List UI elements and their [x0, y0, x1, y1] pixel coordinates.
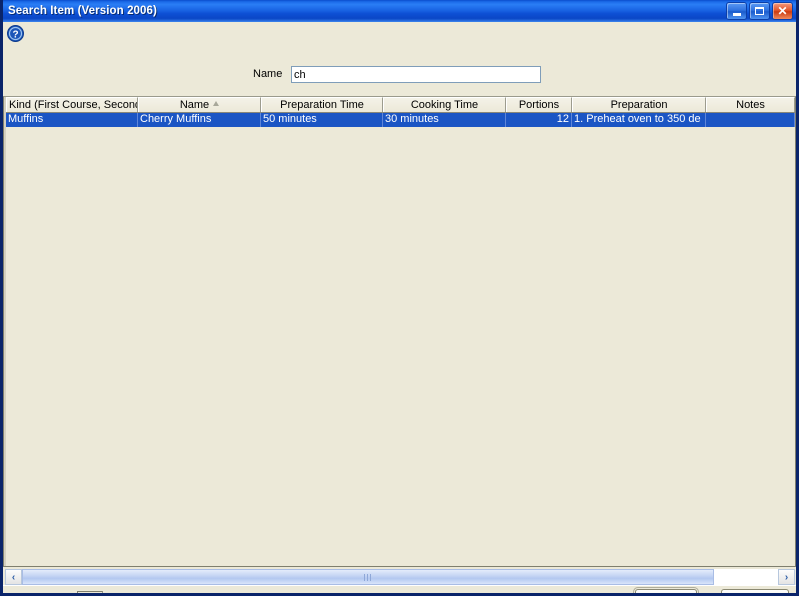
maximize-button[interactable] [749, 2, 770, 20]
name-label: Name [253, 68, 283, 80]
grid-header-cell[interactable]: Preparation [572, 97, 706, 112]
svg-text:?: ? [12, 29, 18, 40]
table-cell: 12 [506, 113, 572, 127]
scrollbar-track[interactable] [22, 569, 778, 585]
grid-header-cell[interactable]: Name [138, 97, 261, 112]
grid-header-label: Kind (First Course, Second [9, 99, 138, 111]
grid-header-cell[interactable]: Preparation Time [261, 97, 383, 112]
grid-header-label: Portions [518, 99, 560, 111]
table-cell: 30 minutes [383, 113, 506, 127]
maximize-icon [755, 7, 764, 15]
minimize-button[interactable] [726, 2, 747, 20]
table-cell [706, 113, 795, 127]
results-grid: Kind (First Course, Second Name Preparatio… [3, 96, 796, 567]
grid-header-cell[interactable]: Portions [506, 97, 572, 112]
horizontal-scrollbar[interactable]: ‹ › [5, 569, 795, 585]
search-item-dialog: Search Item (Version 2006) ✕ ? Name ch K… [0, 0, 799, 596]
grid-header-label: Preparation [610, 99, 668, 111]
table-cell: Muffins [6, 113, 138, 127]
footer-separator [3, 585, 796, 586]
table-row[interactable]: Muffins Cherry Muffins 50 minutes 30 minute… [6, 113, 795, 127]
sort-ascending-icon [213, 101, 220, 106]
window-title: Search Item (Version 2006) [8, 5, 157, 17]
title-bar[interactable]: Search Item (Version 2006) ✕ [3, 0, 796, 22]
results-grid-inner: Kind (First Course, Second Name Preparatio… [4, 97, 795, 566]
grid-header-row: Kind (First Course, Second Name Preparatio… [6, 97, 795, 113]
close-icon: ✕ [777, 4, 788, 18]
ok-button[interactable]: OK [633, 587, 699, 593]
exit-button[interactable]: Exit [721, 589, 789, 593]
table-cell: 1. Preheat oven to 350 de [572, 113, 706, 127]
scrollbar-grip-icon [364, 573, 372, 581]
grid-header-label: Name [179, 99, 210, 111]
help-icon[interactable]: ? [7, 25, 24, 42]
scroll-right-arrow-icon[interactable]: › [778, 569, 795, 585]
close-button[interactable]: ✕ [772, 2, 793, 20]
grid-body[interactable]: Muffins Cherry Muffins 50 minutes 30 minute… [6, 113, 795, 127]
grid-header-label: Cooking Time [410, 99, 479, 111]
grid-header-cell[interactable]: Cooking Time [383, 97, 506, 112]
scrollbar-thumb[interactable] [22, 569, 714, 585]
table-cell: Cherry Muffins [138, 113, 261, 127]
grid-header-cell[interactable]: Kind (First Course, Second [6, 97, 138, 112]
grid-header-label: Notes [736, 99, 765, 111]
dialog-client-area: ? Name Kind (First Course, Second Name Pre… [3, 22, 796, 593]
minimize-icon [732, 12, 741, 16]
scroll-left-arrow-icon[interactable]: ‹ [5, 569, 22, 585]
grid-header-cell[interactable]: Notes [706, 97, 795, 112]
name-input[interactable] [291, 66, 541, 83]
table-cell: 50 minutes [261, 113, 383, 127]
items-count-value: 1 [77, 591, 103, 593]
window-controls: ✕ [726, 2, 793, 20]
grid-header-label: Preparation Time [280, 99, 364, 111]
